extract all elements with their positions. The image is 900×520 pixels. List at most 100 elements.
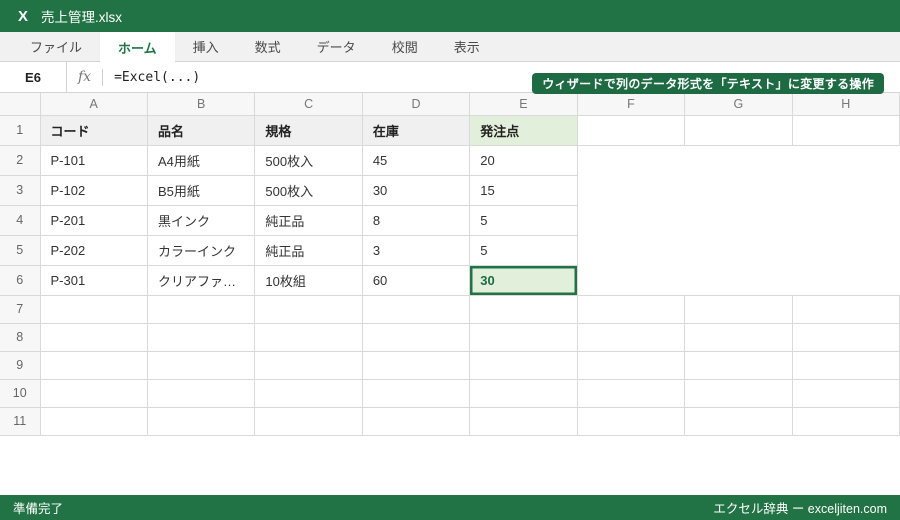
tab-file[interactable]: ファイル [12,32,100,61]
cell-A9[interactable] [40,351,148,380]
tab-insert[interactable]: 挿入 [175,32,237,61]
cell-A8[interactable] [40,323,148,352]
row-header-8[interactable]: 8 [0,323,41,352]
cell-F1[interactable] [577,115,686,146]
column-header-B[interactable]: B [147,93,256,116]
column-header-G[interactable]: G [684,93,793,116]
tab-home[interactable]: ホーム [100,32,175,62]
cell-D11[interactable] [362,407,471,436]
cell-H4[interactable] [792,205,900,235]
cell-F4[interactable] [577,205,685,235]
cell-C6[interactable]: 10枚組 [254,265,363,296]
cell-F5[interactable] [577,235,685,265]
cell-E11[interactable] [469,407,578,436]
cell-A6[interactable]: P-301 [40,265,148,296]
cell-E3[interactable]: 15 [469,175,578,206]
cell-F6[interactable] [577,265,685,295]
cell-B4[interactable]: 黒インク [147,205,256,236]
cell-G10[interactable] [684,379,793,408]
cell-F7[interactable] [577,294,686,324]
cell-H3[interactable] [792,175,900,205]
tab-review[interactable]: 校閲 [374,32,436,61]
cell-A7[interactable] [40,294,148,324]
tab-data[interactable]: データ [299,32,374,61]
cell-H10[interactable] [792,379,900,408]
row-header-6[interactable]: 6 [0,265,41,296]
column-header-A[interactable]: A [40,93,148,116]
cell-F10[interactable] [577,379,686,408]
cell-G9[interactable] [684,351,793,380]
cell-G5[interactable] [684,235,793,265]
cell-A11[interactable] [40,407,148,436]
cell-H1[interactable] [792,115,900,146]
tab-formulas[interactable]: 数式 [237,32,299,61]
row-header-2[interactable]: 2 [0,145,41,176]
cell-E9[interactable] [469,351,578,380]
cell-B8[interactable] [147,323,256,352]
cell-F3[interactable] [577,175,685,205]
cell-D7[interactable] [362,294,471,324]
cell-C11[interactable] [254,407,363,436]
cell-D5[interactable]: 3 [362,235,471,266]
row-header-1[interactable]: 1 [0,115,41,146]
tab-view[interactable]: 表示 [436,32,498,61]
cell-G1[interactable] [684,115,793,146]
cell-B7[interactable] [147,294,256,324]
cell-B9[interactable] [147,351,256,380]
row-header-10[interactable]: 10 [0,379,41,408]
cell-H8[interactable] [792,323,900,352]
cell-H6[interactable] [792,265,900,295]
row-header-11[interactable]: 11 [0,407,41,436]
cell-E2[interactable]: 20 [469,145,578,176]
cell-H7[interactable] [792,294,900,324]
cell-D9[interactable] [362,351,471,380]
cell-C8[interactable] [254,323,363,352]
cell-A2[interactable]: P-101 [40,145,148,176]
row-header-4[interactable]: 4 [0,205,41,236]
cell-H11[interactable] [792,407,900,436]
cell-E7[interactable] [469,294,578,324]
cell-B10[interactable] [147,379,256,408]
cell-F8[interactable] [577,323,686,352]
cell-H2[interactable] [792,145,900,175]
cell-A10[interactable] [40,379,148,408]
cell-G6[interactable] [684,265,793,295]
cell-D10[interactable] [362,379,471,408]
column-header-F[interactable]: F [577,93,686,116]
row-header-3[interactable]: 3 [0,175,41,206]
cell-G2[interactable] [684,145,793,175]
column-header-C[interactable]: C [254,93,363,116]
cell-E4[interactable]: 5 [469,205,578,236]
cell-H9[interactable] [792,351,900,380]
cell-D6[interactable]: 60 [362,265,471,296]
name-box[interactable]: E6 [0,62,67,92]
cell-A4[interactable]: P-201 [40,205,148,236]
cell-C2[interactable]: 500枚入 [254,145,363,176]
cell-B5[interactable]: カラーインク [147,235,256,266]
cell-B1[interactable]: 品名 [147,115,256,146]
cell-C5[interactable]: 純正品 [254,235,363,266]
cell-E1[interactable]: 発注点 [469,115,578,146]
cell-C9[interactable] [254,351,363,380]
select-all-corner[interactable] [0,93,41,116]
cell-B3[interactable]: B5用紙 [147,175,256,206]
column-header-E[interactable]: E [469,93,578,116]
cell-E8[interactable] [469,323,578,352]
cell-C7[interactable] [254,294,363,324]
cell-G4[interactable] [684,205,793,235]
cell-E6[interactable]: 30 [469,265,578,296]
cell-G11[interactable] [684,407,793,436]
cell-D1[interactable]: 在庫 [362,115,471,146]
cell-C4[interactable]: 純正品 [254,205,363,236]
cell-F11[interactable] [577,407,686,436]
cell-D3[interactable]: 30 [362,175,471,206]
cell-H5[interactable] [792,235,900,265]
cell-E5[interactable]: 5 [469,235,578,266]
column-header-H[interactable]: H [792,93,900,116]
cell-A3[interactable]: P-102 [40,175,148,206]
cell-F9[interactable] [577,351,686,380]
column-header-D[interactable]: D [362,93,471,116]
cell-C10[interactable] [254,379,363,408]
cell-D8[interactable] [362,323,471,352]
cell-G3[interactable] [684,175,793,205]
